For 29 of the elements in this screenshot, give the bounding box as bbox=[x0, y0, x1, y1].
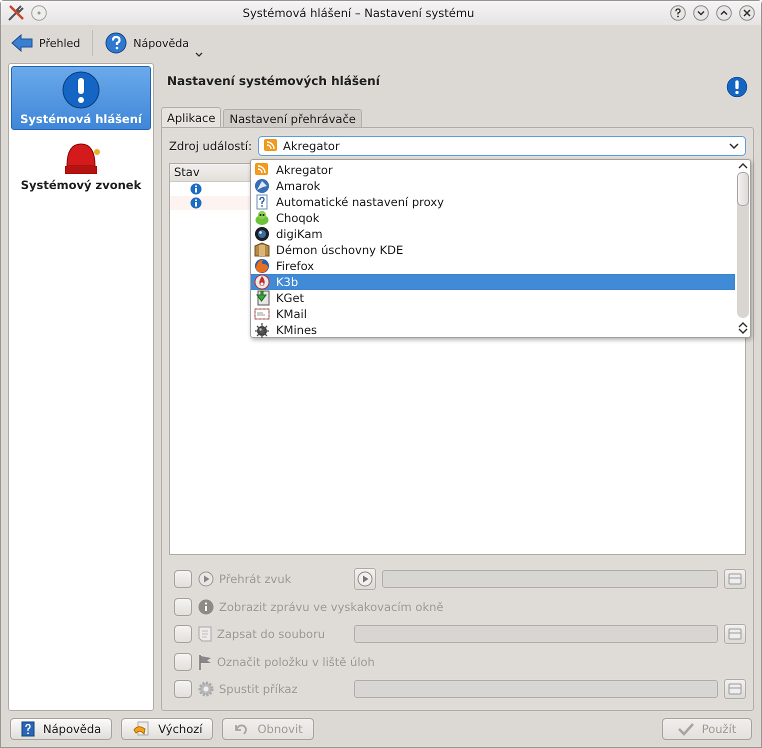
dropdown-option[interactable]: digiKam bbox=[251, 226, 735, 242]
column-header[interactable]: Stav bbox=[170, 164, 250, 182]
help-button[interactable]: Nápověda bbox=[103, 29, 205, 57]
action-label: Přehrát zvuk bbox=[219, 572, 292, 586]
help-button[interactable]: Nápověda bbox=[10, 718, 112, 740]
action-label: Zobrazit zprávu ve vyskakovacím okně bbox=[219, 600, 444, 614]
back-button[interactable]: Přehled bbox=[9, 30, 82, 56]
dropdown-option[interactable]: KMines bbox=[251, 322, 735, 338]
dropdown-option[interactable]: Choqok bbox=[251, 210, 735, 226]
dropdown-option[interactable]: Amarok bbox=[251, 178, 735, 194]
source-dropdown[interactable]: Akregator bbox=[258, 136, 746, 156]
sidebar-item[interactable]: Systémová hlášení bbox=[11, 66, 151, 130]
source-label: Zdroj událostí: bbox=[169, 139, 252, 153]
page-title: Nastavení systémových hlášení bbox=[167, 74, 380, 88]
window-title: Systémová hlášení – Nastavení systému bbox=[242, 6, 476, 20]
dropdown-option[interactable]: Akregator bbox=[251, 162, 735, 178]
dropdown-option[interactable]: KMail bbox=[251, 306, 735, 322]
dropdown-option[interactable]: K3b bbox=[251, 274, 735, 290]
dropdown-option[interactable]: KGet bbox=[251, 290, 735, 306]
sidebar-item[interactable]: Systémový zvonek bbox=[11, 132, 151, 196]
dropdown-option[interactable]: Automatické nastavení proxy bbox=[251, 194, 735, 210]
defaults-button[interactable]: Výchozí bbox=[121, 718, 214, 740]
action-label: Označit položku v liště úloh bbox=[217, 654, 375, 668]
action-label: Spustit příkaz bbox=[219, 682, 298, 696]
dropdown-option[interactable]: Démon úschovny KDE bbox=[251, 242, 735, 258]
tab[interactable]: Nastavení přehrávače bbox=[223, 109, 362, 127]
dropdown-option[interactable]: Firefox bbox=[251, 258, 735, 274]
action-label: Zapsat do souboru bbox=[217, 627, 326, 641]
tab[interactable]: Aplikace bbox=[161, 107, 222, 127]
